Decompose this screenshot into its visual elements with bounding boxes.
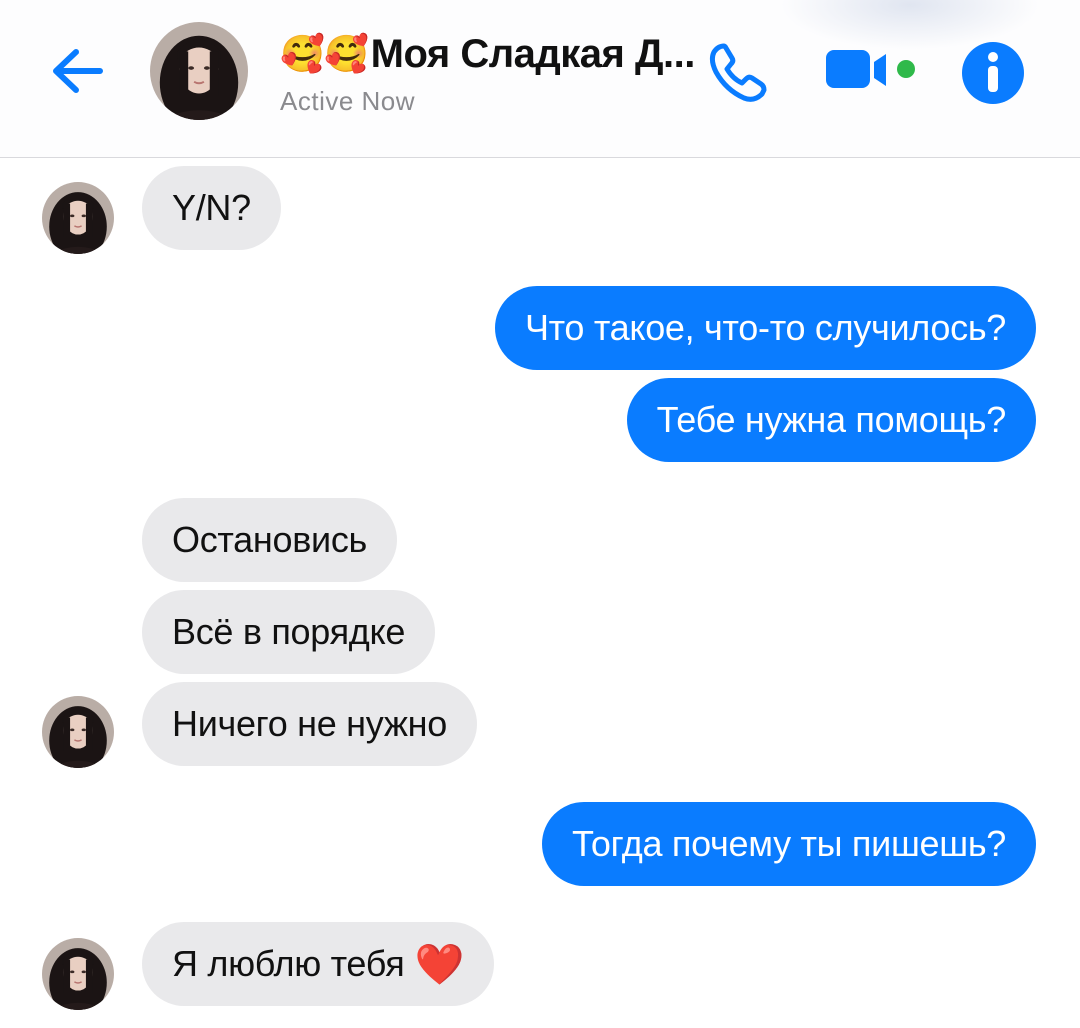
message-bubble-outgoing[interactable]: Тогда почему ты пишешь? bbox=[541, 802, 1036, 886]
message-bubble-incoming[interactable]: Я люблю тебя ❤️ bbox=[142, 922, 494, 1006]
smiling-hearts-emoji: 🥰🥰 bbox=[280, 33, 369, 74]
sender-avatar[interactable] bbox=[42, 696, 114, 768]
back-arrow-icon[interactable] bbox=[44, 38, 110, 104]
heart-emoji-icon: ❤️ bbox=[414, 942, 464, 987]
conversation-header: 🥰🥰 Моя Сладкая Д... Active Now bbox=[0, 0, 1080, 158]
info-icon[interactable] bbox=[960, 40, 1026, 106]
contact-name: 🥰🥰 Моя Сладкая Д... bbox=[280, 30, 700, 78]
message-bubble-outgoing[interactable]: Тебе нужна помощь? bbox=[626, 378, 1036, 462]
message-bubble-incoming[interactable]: Ничего не нужно bbox=[142, 682, 477, 766]
message-bubble-incoming[interactable]: Остановись bbox=[142, 498, 398, 582]
message-text: Я люблю тебя bbox=[172, 943, 405, 984]
message-bubble-incoming[interactable]: Всё в порядке bbox=[142, 590, 436, 674]
phone-icon[interactable] bbox=[706, 38, 772, 104]
contact-name-text: Моя Сладкая Д... bbox=[370, 32, 696, 76]
message-bubble-incoming[interactable]: Y/N? bbox=[142, 166, 281, 250]
sender-avatar[interactable] bbox=[42, 938, 114, 1010]
contact-info[interactable]: 🥰🥰 Моя Сладкая Д... Active Now bbox=[280, 30, 700, 117]
message-bubble-outgoing[interactable]: Что такое, что-то случилось? bbox=[494, 286, 1036, 370]
active-status: Active Now bbox=[280, 86, 416, 116]
video-camera-icon[interactable] bbox=[822, 44, 922, 100]
sender-avatar[interactable] bbox=[42, 182, 114, 254]
contact-avatar[interactable] bbox=[150, 22, 248, 120]
